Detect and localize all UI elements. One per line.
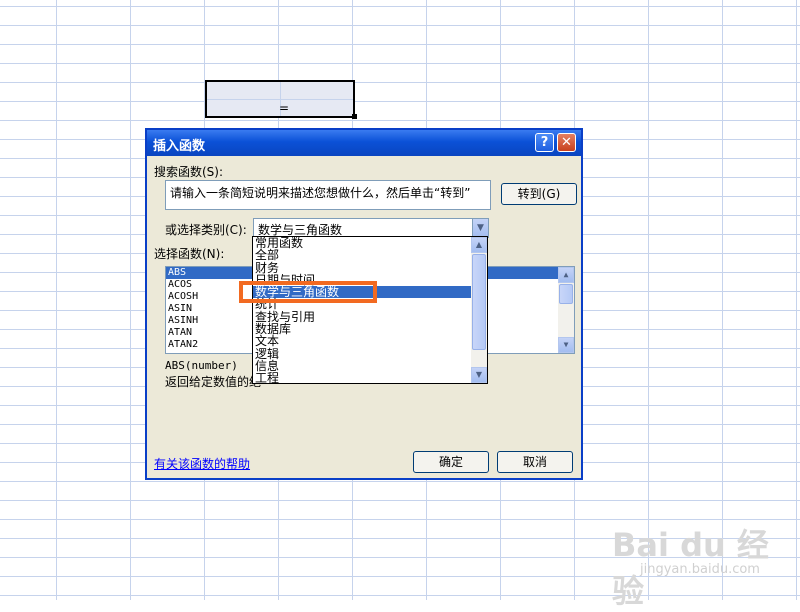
category-select[interactable]: 数学与三角函数 ▼	[253, 218, 489, 238]
cancel-button[interactable]: 取消	[497, 451, 573, 473]
goto-button[interactable]: 转到(G)	[501, 183, 577, 205]
chevron-up-icon[interactable]: ▲	[471, 237, 487, 253]
dialog-titlebar[interactable]: 插入函数 ? ✕	[147, 130, 581, 156]
search-input[interactable]: 请输入一条简短说明来描述您想做什么，然后单击“转到”	[165, 180, 491, 210]
function-label: 选择函数(N):	[154, 247, 225, 261]
ok-button[interactable]: 确定	[413, 451, 489, 473]
watermark-url: jingyan.baidu.com	[640, 562, 760, 577]
function-list-scrollbar[interactable]: ▲ ▼	[558, 267, 574, 353]
highlight-annotation	[239, 281, 377, 303]
search-label: 搜索函数(S):	[154, 165, 224, 179]
function-help-link[interactable]: 有关该函数的帮助	[154, 455, 250, 472]
chevron-down-icon[interactable]: ▼	[558, 337, 574, 353]
category-selected-value: 数学与三角函数	[258, 223, 343, 237]
function-description: 返回给定数值的绝	[165, 375, 262, 389]
category-label: 或选择类别(C):	[165, 223, 247, 237]
dropdown-option[interactable]: 全部	[253, 249, 487, 261]
category-dropdown-list[interactable]: 常用函数 全部 财务 日期与时间 数学与三角函数 统计 查找与引用 数据库 文本…	[252, 236, 488, 384]
chevron-up-icon[interactable]: ▲	[558, 267, 574, 283]
dropdown-option[interactable]: 常用函数	[253, 237, 487, 249]
dropdown-option[interactable]: 信息	[253, 360, 487, 372]
dropdown-option[interactable]: 逻辑	[253, 348, 487, 360]
function-syntax: ABS(number)	[165, 359, 238, 372]
chevron-down-icon[interactable]: ▼	[472, 219, 488, 237]
scroll-thumb[interactable]	[472, 254, 486, 350]
dropdown-option[interactable]: 数据库	[253, 323, 487, 335]
dropdown-option[interactable]: 文本	[253, 335, 487, 347]
cell-divider-horizontal	[207, 99, 353, 100]
scroll-thumb[interactable]	[559, 284, 573, 304]
close-button[interactable]: ✕	[557, 133, 576, 152]
dialog-title: 插入函数	[153, 139, 206, 154]
dropdown-scrollbar[interactable]: ▲ ▼	[471, 237, 487, 383]
help-button[interactable]: ?	[535, 133, 554, 152]
cell-formula-text: =	[279, 101, 290, 115]
chevron-down-icon[interactable]: ▼	[471, 367, 487, 383]
dropdown-option[interactable]: 工程	[253, 372, 487, 384]
fill-handle[interactable]	[352, 114, 357, 119]
